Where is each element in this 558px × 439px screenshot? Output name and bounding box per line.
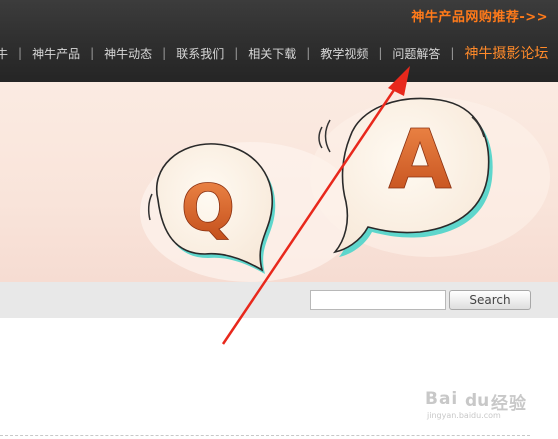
nav-item-products[interactable]: 神牛产品 bbox=[32, 45, 80, 62]
nav-item-home[interactable]: 牛 bbox=[0, 45, 8, 62]
qa-banner: Q A bbox=[0, 82, 558, 282]
nav-item-contact[interactable]: 联系我们 bbox=[176, 45, 224, 62]
nav-separator: | bbox=[450, 46, 455, 60]
baidu-watermark: Bai du 经验 jingyan.baidu.com bbox=[425, 385, 535, 425]
watermark-url: jingyan.baidu.com bbox=[427, 411, 501, 420]
nav-separator: | bbox=[378, 46, 383, 60]
nav-item-videos[interactable]: 教学视频 bbox=[320, 45, 368, 62]
nav-separator: | bbox=[306, 46, 311, 60]
nav-item-downloads[interactable]: 相关下载 bbox=[248, 45, 296, 62]
watermark-text-left: Bai bbox=[425, 389, 459, 409]
nav-item-news[interactable]: 神牛动态 bbox=[104, 45, 152, 62]
promo-link[interactable]: 神牛产品网购推荐->> bbox=[411, 6, 548, 25]
nav-separator: | bbox=[18, 46, 23, 60]
nav-item-forum[interactable]: 神牛摄影论坛 bbox=[464, 43, 548, 63]
search-bar: Search bbox=[0, 282, 558, 318]
top-header: 神牛产品网购推荐->> 牛 | 神牛产品 | 神牛动态 | 联系我们 | 相关下… bbox=[0, 0, 558, 82]
q-letter: Q bbox=[181, 172, 235, 246]
nav-item-faq[interactable]: 问题解答 bbox=[392, 45, 440, 62]
nav-separator: | bbox=[234, 46, 239, 60]
nav-separator: | bbox=[162, 46, 167, 60]
main-nav: 牛 | 神牛产品 | 神牛动态 | 联系我们 | 相关下载 | 教学视频 | 问… bbox=[0, 44, 548, 62]
search-input[interactable] bbox=[310, 290, 446, 310]
qa-illustration: Q A bbox=[140, 97, 550, 282]
watermark-paw-icon: du bbox=[465, 391, 490, 411]
a-letter: A bbox=[388, 113, 452, 208]
nav-separator: | bbox=[90, 46, 95, 60]
divider bbox=[0, 435, 530, 436]
search-button[interactable]: Search bbox=[449, 290, 531, 310]
